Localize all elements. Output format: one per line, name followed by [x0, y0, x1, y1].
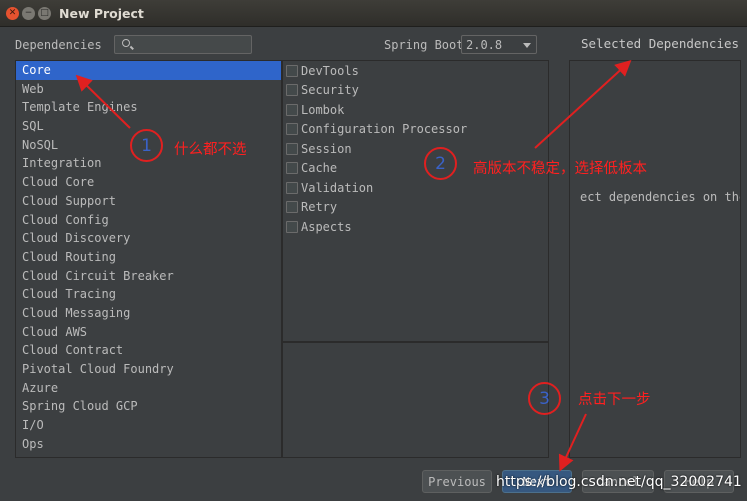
- annotation-circle-2: 2: [424, 147, 457, 180]
- previous-button[interactable]: Previous: [422, 470, 492, 493]
- dependency-checkbox[interactable]: [286, 201, 298, 214]
- window-title: New Project: [59, 5, 144, 21]
- dependencies-label: Dependencies: [15, 38, 102, 52]
- category-item[interactable]: I/O: [16, 416, 281, 435]
- dependency-label: Validation: [301, 180, 374, 195]
- dependency-label: Aspects: [301, 219, 352, 234]
- search-field[interactable]: [114, 35, 252, 54]
- category-list[interactable]: Core Web Template Engines SQL NoSQL Integrati…: [15, 60, 282, 458]
- dependency-label: Lombok: [301, 102, 345, 117]
- watermark-text: https://blog.csdn.net/qq_32002741: [496, 474, 742, 490]
- category-item[interactable]: Cloud Messaging: [16, 304, 281, 323]
- category-item[interactable]: Spring Cloud GCP: [16, 397, 281, 416]
- category-item[interactable]: Web: [16, 80, 281, 99]
- annotation-circle-3: 3: [528, 382, 561, 415]
- dependency-label: Retry: [301, 200, 338, 215]
- dependency-checkbox[interactable]: [286, 162, 298, 175]
- dependency-label: DevTools: [301, 63, 359, 78]
- dependency-item[interactable]: Configuration Processor: [283, 120, 548, 140]
- dependency-item[interactable]: Retry: [283, 198, 548, 218]
- category-item[interactable]: Cloud Routing: [16, 248, 281, 267]
- dependency-label: Session: [301, 141, 352, 156]
- selected-dependencies-hint: ect dependencies on the: [580, 190, 741, 204]
- dependency-checkbox[interactable]: [286, 181, 298, 194]
- selected-dependencies-title: Selected Dependencies: [581, 36, 740, 51]
- dependency-label: Cache: [301, 161, 338, 176]
- category-item[interactable]: Cloud Discovery: [16, 229, 281, 248]
- spring-boot-version-select[interactable]: 2.0.8: [461, 35, 537, 54]
- dependency-checkbox[interactable]: [286, 142, 298, 155]
- category-item[interactable]: Cloud Tracing: [16, 285, 281, 304]
- title-bar: ✕ − □ New Project: [0, 0, 747, 27]
- dependency-item[interactable]: Security: [283, 81, 548, 101]
- dependency-checkbox[interactable]: [286, 103, 298, 116]
- category-item[interactable]: Cloud Contract: [16, 341, 281, 360]
- search-input[interactable]: [135, 37, 247, 52]
- spring-boot-version-value: 2.0.8: [466, 37, 503, 52]
- category-item[interactable]: Template Engines: [16, 98, 281, 117]
- category-item[interactable]: Cloud AWS: [16, 323, 281, 342]
- category-item[interactable]: Cloud Circuit Breaker: [16, 267, 281, 286]
- category-item[interactable]: Cloud Core: [16, 173, 281, 192]
- dependency-checkbox[interactable]: [286, 84, 298, 97]
- category-item[interactable]: Azure: [16, 379, 281, 398]
- dependency-checkbox[interactable]: [286, 220, 298, 233]
- category-item[interactable]: Cloud Support: [16, 192, 281, 211]
- search-icon: [122, 39, 130, 47]
- annotation-text-3: 点击下一步: [578, 392, 651, 408]
- category-item[interactable]: Cloud Config: [16, 211, 281, 230]
- dependency-item[interactable]: Validation: [283, 178, 548, 198]
- spring-boot-label: Spring Boot: [384, 38, 464, 52]
- dependency-list: DevTools Security Lombok Configuration Proc…: [282, 60, 549, 342]
- dependency-checkbox[interactable]: [286, 123, 298, 136]
- dependency-item[interactable]: DevTools: [283, 61, 548, 81]
- dependency-item[interactable]: Lombok: [283, 100, 548, 120]
- annotation-circle-1: 1: [130, 129, 163, 162]
- dependency-label: Configuration Processor: [301, 122, 468, 137]
- dependency-item[interactable]: Session: [283, 139, 548, 159]
- dependency-label: Security: [301, 83, 359, 98]
- minimize-icon[interactable]: −: [22, 6, 35, 20]
- category-item[interactable]: Core: [16, 61, 281, 80]
- category-item[interactable]: Pivotal Cloud Foundry: [16, 360, 281, 379]
- category-item[interactable]: Ops: [16, 435, 281, 454]
- dependency-description: [282, 342, 549, 458]
- close-icon[interactable]: ✕: [6, 6, 19, 20]
- annotation-text-2: 高版本不稳定，选择低板本: [473, 161, 647, 177]
- maximize-icon[interactable]: □: [38, 6, 51, 20]
- dependency-item[interactable]: Aspects: [283, 217, 548, 237]
- dependency-checkbox[interactable]: [286, 64, 298, 77]
- annotation-text-1: 什么都不选: [174, 142, 247, 158]
- chevron-down-icon: [523, 43, 531, 48]
